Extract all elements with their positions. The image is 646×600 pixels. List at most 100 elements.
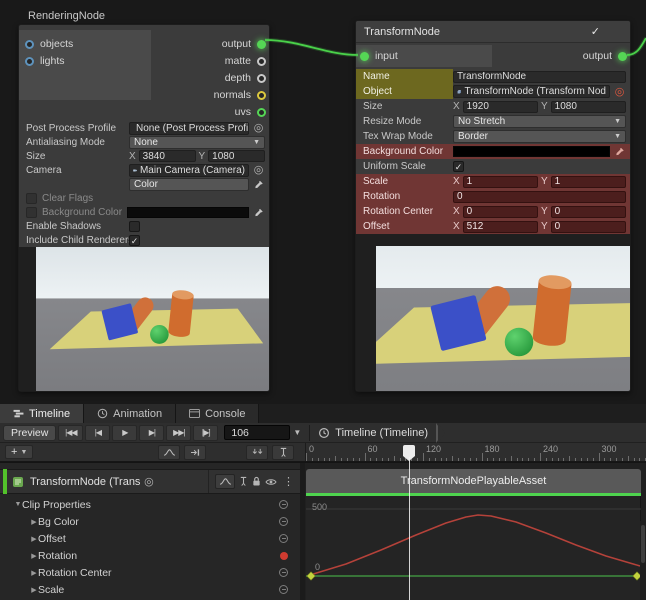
resize-mode-dropdown[interactable]: No Stretch ▼ (453, 115, 626, 128)
go-to-end-button[interactable]: ▶▶| (166, 425, 191, 441)
scrollbar-thumb[interactable] (641, 525, 645, 563)
foldout-closed-icon[interactable]: ▶ (30, 535, 38, 543)
play-range-button[interactable]: [▶] (193, 425, 218, 441)
uniform-scale-label: Uniform Scale (356, 161, 453, 172)
include-child-renderers-checkbox[interactable]: ✓ (129, 235, 140, 246)
curve-editor[interactable]: 500 0 (306, 496, 641, 600)
next-frame-button[interactable]: ▶| (139, 425, 164, 441)
track-binding-picker-icon[interactable]: ◎ (142, 476, 155, 488)
curve-visibility-icon[interactable] (279, 568, 288, 577)
curve-visibility-icon[interactable] (279, 500, 288, 509)
tab-console[interactable]: Console (176, 404, 259, 423)
object-picker-icon-active[interactable]: ◎ (613, 86, 626, 98)
frame-options-dropdown-icon[interactable]: ▼ (293, 428, 301, 437)
lock-icon[interactable] (252, 476, 261, 487)
scale-x-field[interactable]: 1 (463, 176, 538, 188)
property-row-rotation[interactable]: ▶ Rotation (0, 547, 300, 564)
object-label: Object (356, 84, 453, 99)
antialiasing-dropdown[interactable]: None ▼ (129, 136, 265, 149)
animated-property-indicator[interactable] (280, 552, 288, 560)
current-frame-field[interactable]: 106 (224, 425, 290, 440)
eyedropper-icon[interactable] (252, 179, 265, 190)
marker-toggle-button[interactable] (272, 445, 294, 460)
node-graph-canvas[interactable]: RenderingNode objects lights output (0, 0, 646, 404)
curves-view-toggle[interactable] (158, 445, 180, 460)
foldout-open-icon[interactable]: ▼ (14, 501, 22, 508)
playhead-line[interactable] (409, 457, 410, 600)
camera-field[interactable]: Main Camera (Camera) (129, 164, 249, 177)
wire-output-to-input[interactable] (265, 40, 358, 55)
eye-icon[interactable] (265, 478, 277, 486)
offset-x-field[interactable]: 512 (463, 221, 538, 233)
rotation-field[interactable]: 0 (453, 191, 626, 203)
normals-port[interactable] (257, 91, 266, 100)
inline-curves-toggle[interactable] (215, 474, 235, 489)
object-picker-icon[interactable]: ◎ (252, 122, 265, 134)
enable-shadows-checkbox[interactable] (129, 221, 140, 232)
foldout-closed-icon[interactable]: ▶ (30, 586, 38, 594)
offset-y-field[interactable]: 0 (551, 221, 626, 233)
curve-visibility-icon[interactable] (279, 534, 288, 543)
matte-port[interactable] (257, 57, 266, 66)
object-picker-icon[interactable]: ◎ (252, 164, 265, 176)
go-to-start-button[interactable]: |◀◀ (58, 425, 83, 441)
rendering-node[interactable]: RenderingNode objects lights output (18, 8, 270, 392)
size-x-field[interactable]: 1920 (463, 101, 538, 113)
preview-toggle-button[interactable]: Preview (3, 425, 56, 441)
transform-node[interactable]: TransformNode ✓ input output (355, 20, 631, 392)
foldout-closed-icon[interactable]: ▶ (30, 518, 38, 526)
rotation-center-y-field[interactable]: 0 (551, 206, 626, 218)
output-port[interactable] (257, 40, 266, 49)
frame-navigate-button[interactable] (184, 445, 206, 460)
property-row-bg-color[interactable]: ▶ Bg Color (0, 513, 300, 530)
capture-keyframes-button[interactable] (246, 445, 268, 460)
timeline-clip[interactable]: TransformNodePlayableAsset (306, 469, 641, 493)
play-button[interactable]: ▶ (112, 425, 137, 441)
animation-curves[interactable] (306, 496, 641, 600)
eyedropper-icon[interactable] (252, 207, 265, 218)
foldout-closed-icon[interactable]: ▶ (30, 552, 38, 560)
post-process-profile-field[interactable]: None (Post Process Profile) (129, 122, 249, 135)
background-color-override-checkbox[interactable] (26, 207, 37, 218)
tab-timeline[interactable]: Timeline (0, 404, 84, 423)
clear-color-dropdown[interactable]: Color (129, 178, 249, 191)
previous-frame-button[interactable]: |◀ (85, 425, 110, 441)
size-y-field[interactable]: 1080 (551, 101, 626, 113)
size-x-field[interactable]: 3840 (139, 150, 196, 162)
property-row-offset[interactable]: ▶ Offset (0, 530, 300, 547)
output-port[interactable] (618, 52, 627, 61)
name-field[interactable]: TransformNode (453, 71, 626, 83)
eyedropper-icon[interactable] (613, 146, 626, 157)
rotation-center-x-field[interactable]: 0 (463, 206, 538, 218)
pin-icon[interactable] (239, 476, 248, 487)
foldout-closed-icon[interactable]: ▶ (30, 569, 38, 577)
scale-y-field[interactable]: 1 (551, 176, 626, 188)
transform-node-track[interactable]: TransformNode (Trans ◎ ⋮ (0, 469, 300, 494)
property-row-rotation-center[interactable]: ▶ Rotation Center (0, 564, 300, 581)
uniform-scale-checkbox[interactable]: ✓ (453, 161, 464, 172)
objects-port[interactable] (25, 40, 34, 49)
uvs-port[interactable] (257, 108, 266, 117)
background-color-swatch[interactable] (453, 146, 610, 157)
playhead-handle[interactable] (403, 445, 415, 456)
object-field[interactable]: TransformNode (Transform Nod (453, 85, 610, 98)
timeline-breadcrumb[interactable]: Timeline (Timeline) (318, 427, 428, 439)
clip-properties-foldout[interactable]: ▼ Clip Properties (0, 496, 300, 513)
rotation-curve[interactable] (310, 515, 640, 575)
input-port[interactable] (360, 52, 369, 61)
lights-port[interactable] (25, 57, 34, 66)
curve-visibility-icon[interactable] (279, 517, 288, 526)
depth-port[interactable] (257, 74, 266, 83)
property-row-scale[interactable]: ▶ Scale (0, 581, 300, 598)
vertical-scrollbar[interactable] (640, 521, 646, 600)
background-color-swatch[interactable] (127, 207, 249, 218)
tex-wrap-mode-dropdown[interactable]: Border ▼ (453, 130, 626, 143)
node-enabled-checkbox[interactable]: ✓ (591, 25, 600, 38)
timeline-ruler[interactable]: 060120180240300 (305, 443, 646, 461)
curve-visibility-icon[interactable] (279, 585, 288, 594)
tab-animation[interactable]: Animation (84, 404, 176, 423)
size-y-field[interactable]: 1080 (208, 150, 265, 162)
clear-flags-override-checkbox[interactable] (26, 193, 37, 204)
track-menu-icon[interactable]: ⋮ (281, 475, 296, 488)
add-track-button[interactable]: + ▼ (5, 445, 33, 459)
